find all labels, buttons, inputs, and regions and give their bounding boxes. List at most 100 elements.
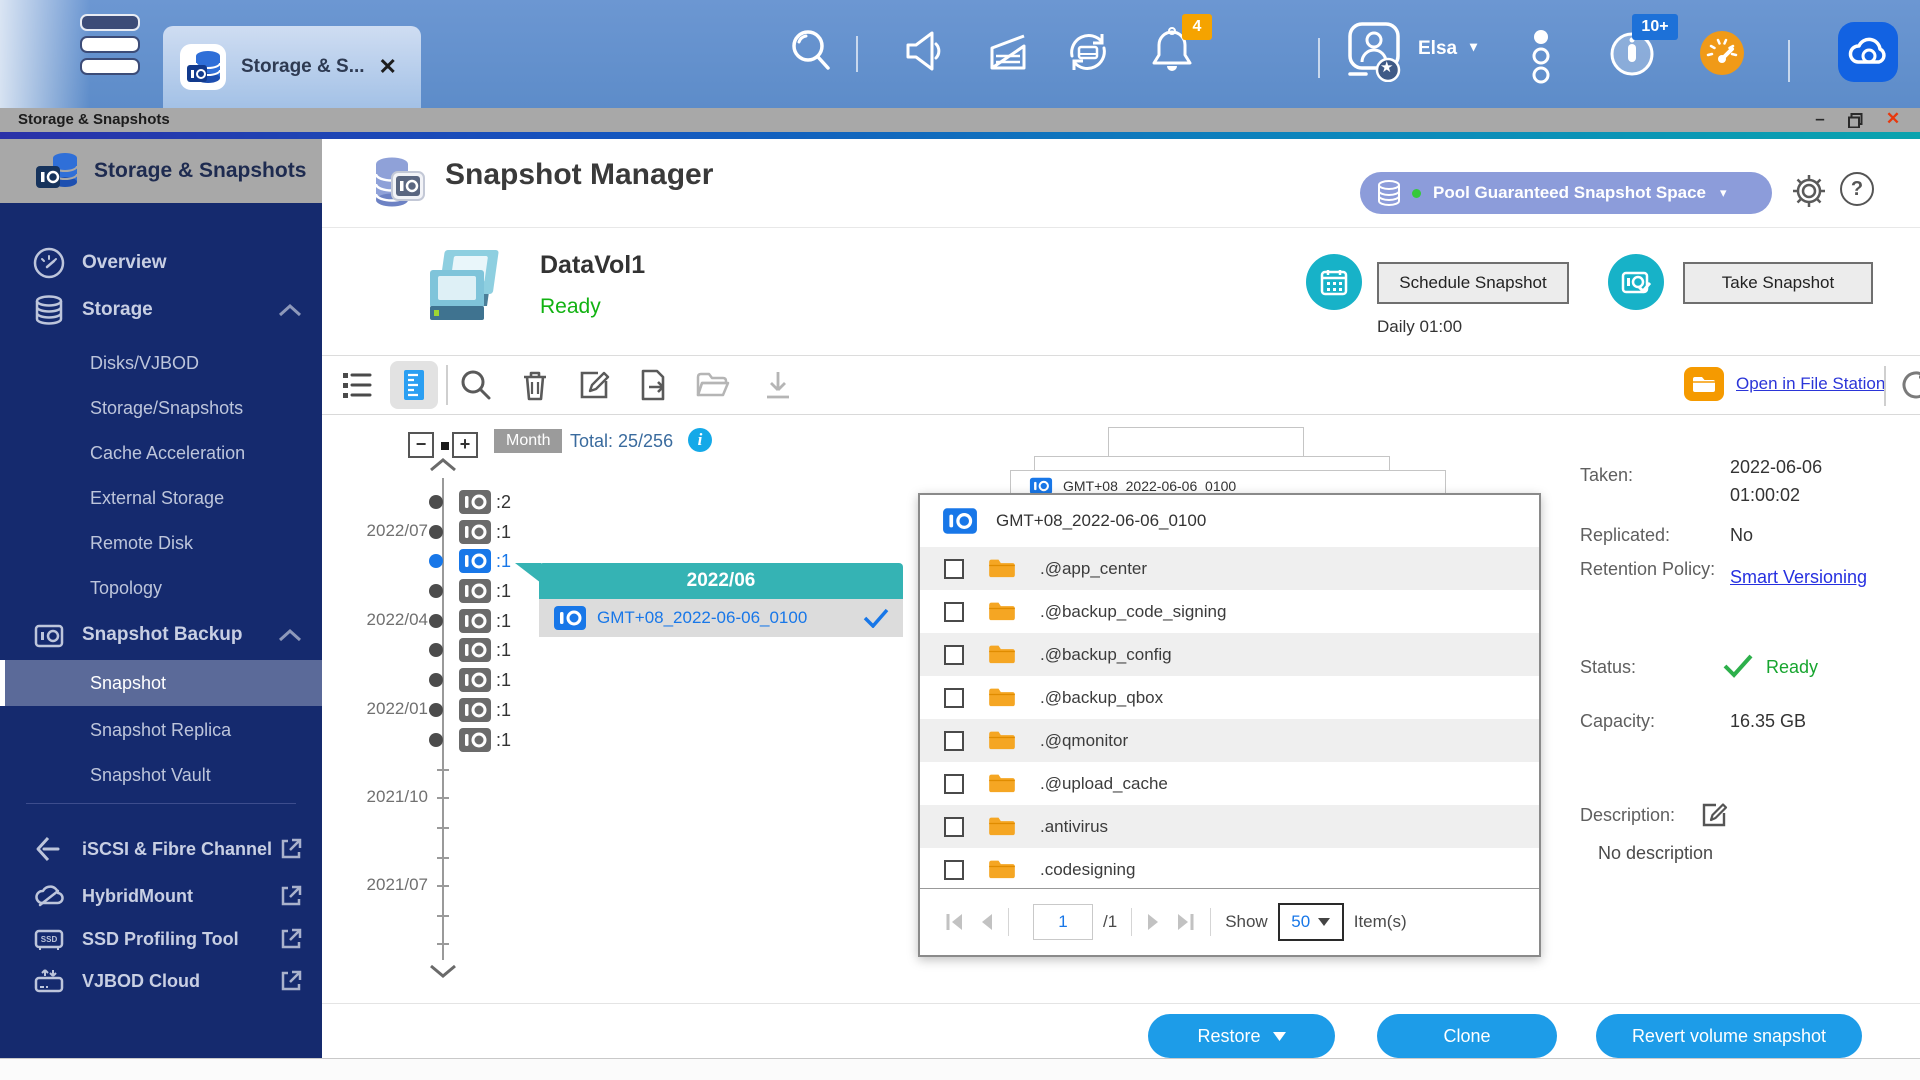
user-caret-down-icon: ▾ xyxy=(1470,38,1477,55)
tab-close-icon[interactable]: ✕ xyxy=(379,54,397,80)
folder-checkbox[interactable] xyxy=(944,602,964,622)
edit-snapshot-icon[interactable] xyxy=(576,367,612,403)
schedule-snapshot-icon-button[interactable] xyxy=(1306,254,1362,310)
sync-devices-icon[interactable] xyxy=(1062,26,1114,78)
folder-row[interactable]: .@qmonitor xyxy=(920,719,1539,762)
folder-row[interactable]: .@app_center xyxy=(920,547,1539,590)
folder-checkbox[interactable] xyxy=(944,817,964,837)
pool-space-selector[interactable]: Pool Guaranteed Snapshot Space ▾ xyxy=(1360,172,1772,214)
sidebar-item-hybridmount[interactable]: HybridMount xyxy=(0,873,322,919)
settings-gear-icon[interactable] xyxy=(1790,172,1828,210)
bubble-snapshot-row[interactable]: GMT+08_2022-06-06_0100 xyxy=(539,599,903,637)
prev-page-icon[interactable] xyxy=(978,912,994,932)
window-titlebar[interactable]: Storage & Snapshots – ✕ xyxy=(0,108,1920,132)
help-icon[interactable]: ? xyxy=(1840,172,1874,206)
timeline-zoom-out-button[interactable]: − xyxy=(408,432,434,458)
export-snapshot-icon[interactable] xyxy=(635,367,671,403)
topbar-divider xyxy=(1788,40,1790,82)
chevron-up-icon[interactable] xyxy=(278,303,302,317)
timeline-view-icon[interactable] xyxy=(396,367,432,403)
description-value: No description xyxy=(1598,843,1713,864)
myqnapcloud-icon[interactable] xyxy=(1838,22,1898,82)
browse-folder-icon[interactable] xyxy=(694,367,730,403)
download-snapshot-icon[interactable] xyxy=(760,367,796,403)
pagination-divider xyxy=(1131,908,1132,936)
folder-row[interactable]: .@backup_code_signing xyxy=(920,590,1539,633)
timeline-snapshot-row[interactable]: :1 xyxy=(429,696,511,724)
sidebar-item-iscsi-fibre[interactable]: iSCSI & Fibre Channel xyxy=(0,826,322,872)
folder-name: .@upload_cache xyxy=(1040,774,1168,794)
timeline-scroll-up-icon[interactable] xyxy=(429,458,457,472)
camera-check-icon xyxy=(1621,269,1651,295)
first-page-icon[interactable] xyxy=(944,912,966,932)
folder-checkbox[interactable] xyxy=(944,688,964,708)
timeline-scroll-down-icon[interactable] xyxy=(429,964,457,978)
take-snapshot-icon-button[interactable] xyxy=(1608,254,1664,310)
retention-policy-link[interactable]: Smart Versioning xyxy=(1730,567,1867,588)
notifications-count-badge: 4 xyxy=(1182,14,1212,40)
timeline-snapshot-row[interactable]: :1 xyxy=(429,726,511,754)
next-page-icon[interactable] xyxy=(1146,912,1162,932)
timeline-snapshot-row[interactable]: :1 xyxy=(429,636,511,664)
maximize-window-icon[interactable] xyxy=(1848,113,1863,128)
sidebar-item-storage[interactable]: Storage xyxy=(0,287,322,333)
timeline-month-label: 2022/07 xyxy=(350,521,428,541)
page-size-select[interactable]: 50 xyxy=(1278,903,1344,941)
pool-status-dot xyxy=(1412,189,1421,198)
delete-snapshot-icon[interactable] xyxy=(517,367,553,403)
folder-checkbox[interactable] xyxy=(944,559,964,579)
page-number-input[interactable]: 1 xyxy=(1033,904,1093,940)
resource-monitor-icon[interactable] xyxy=(1698,29,1746,77)
last-page-icon[interactable] xyxy=(1174,912,1196,932)
minimize-window-icon[interactable]: – xyxy=(1805,109,1835,129)
sidebar-item-vjbod-cloud[interactable]: VJBOD Cloud xyxy=(0,958,322,1004)
schedule-snapshot-button[interactable]: Schedule Snapshot xyxy=(1377,262,1569,304)
app-tab-storage-snapshots[interactable]: Storage & S... ✕ xyxy=(163,26,421,108)
folder-checkbox[interactable] xyxy=(944,731,964,751)
timeline-month-label: 2021/07 xyxy=(350,875,428,895)
folder-checkbox[interactable] xyxy=(944,774,964,794)
restore-button[interactable]: Restore xyxy=(1148,1014,1335,1058)
timeline-snapshot-row[interactable]: :1 xyxy=(429,607,511,635)
clone-button[interactable]: Clone xyxy=(1377,1014,1557,1058)
folder-checkbox[interactable] xyxy=(944,860,964,880)
edit-description-icon[interactable] xyxy=(1700,801,1728,829)
background-tasks-icon[interactable] xyxy=(984,28,1032,76)
description-label: Description: xyxy=(1580,805,1675,826)
info-icon[interactable]: i xyxy=(688,428,712,452)
timeline-snapshot-row[interactable]: :1 xyxy=(429,518,511,546)
snapshot-count: :1 xyxy=(496,730,511,751)
timeline-snapshot-row-selected[interactable]: :1 xyxy=(429,547,511,575)
timeline-snapshot-row[interactable]: :2 xyxy=(429,488,511,516)
sidebar-item-ssd-profiling[interactable]: SSD SSD Profiling Tool xyxy=(0,916,322,962)
folder-row[interactable]: .@backup_qbox xyxy=(920,676,1539,719)
folder-checkbox[interactable] xyxy=(944,645,964,665)
timeline-snapshot-row[interactable]: :1 xyxy=(429,666,511,694)
list-view-icon[interactable] xyxy=(340,367,376,403)
snapshot-chip-icon xyxy=(458,608,492,634)
user-name[interactable]: Elsa xyxy=(1418,38,1457,60)
timeline-tick xyxy=(437,885,449,887)
refresh-icon[interactable] xyxy=(1898,367,1920,403)
menu-bar-icon xyxy=(80,14,140,31)
topbar-light-strip xyxy=(0,0,90,108)
open-in-file-station-link[interactable]: Open in File Station xyxy=(1736,374,1885,394)
file-station-icon[interactable] xyxy=(1684,367,1724,403)
user-avatar[interactable]: ★ xyxy=(1346,20,1406,87)
take-snapshot-button[interactable]: Take Snapshot xyxy=(1683,262,1873,304)
folder-row[interactable]: .antivirus xyxy=(920,805,1539,848)
toolbar-search-icon[interactable] xyxy=(458,367,494,403)
revert-volume-snapshot-button[interactable]: Revert volume snapshot xyxy=(1596,1014,1862,1058)
sidebar-item-snapshot-backup[interactable]: Snapshot Backup xyxy=(0,612,322,658)
sidebar-item-overview[interactable]: Overview xyxy=(0,240,322,286)
folder-row[interactable]: .@upload_cache xyxy=(920,762,1539,805)
announcement-icon[interactable] xyxy=(900,26,950,76)
search-icon[interactable] xyxy=(786,24,838,76)
close-window-icon[interactable]: ✕ xyxy=(1878,109,1908,129)
more-options-icon[interactable] xyxy=(1532,28,1550,84)
folder-row[interactable]: .codesigning xyxy=(920,848,1539,891)
folder-row[interactable]: .@backup_config xyxy=(920,633,1539,676)
chevron-up-icon[interactable] xyxy=(278,628,302,642)
timeline-snapshot-row[interactable]: :1 xyxy=(429,577,511,605)
timeline-zoom-in-button[interactable]: + xyxy=(452,432,478,458)
